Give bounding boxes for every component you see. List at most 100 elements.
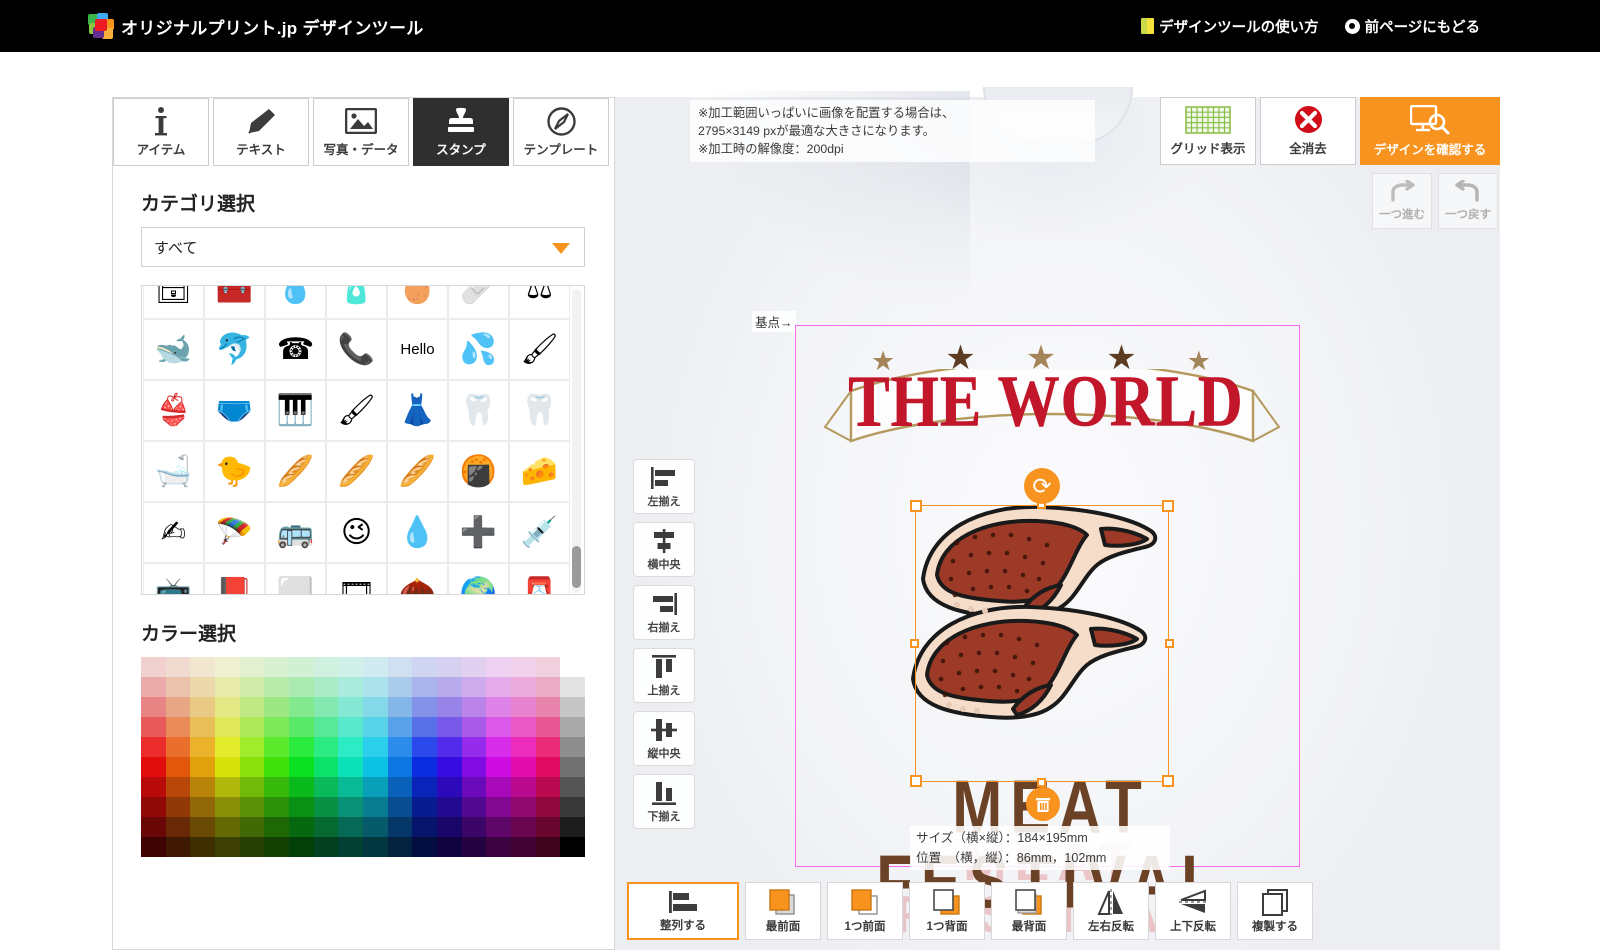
stamp-item[interactable]: ☎ bbox=[265, 319, 326, 380]
color-swatch[interactable] bbox=[462, 817, 487, 837]
color-swatch[interactable] bbox=[437, 837, 462, 857]
selection-box[interactable]: ⟳ bbox=[915, 505, 1169, 782]
stamp-item[interactable]: 🚌 bbox=[265, 502, 326, 563]
color-swatch[interactable] bbox=[486, 657, 511, 677]
color-swatch[interactable] bbox=[412, 797, 437, 817]
color-swatch[interactable] bbox=[166, 717, 191, 737]
color-swatch[interactable] bbox=[190, 837, 215, 857]
color-palette[interactable] bbox=[141, 657, 585, 857]
resize-handle-middle-right[interactable] bbox=[1165, 639, 1174, 648]
tab-photo[interactable]: 写真・データ bbox=[313, 98, 409, 166]
color-swatch[interactable] bbox=[412, 697, 437, 717]
color-swatch[interactable] bbox=[412, 837, 437, 857]
color-swatch[interactable] bbox=[264, 837, 289, 857]
color-swatch[interactable] bbox=[560, 837, 585, 857]
color-swatch[interactable] bbox=[264, 697, 289, 717]
align-button[interactable]: 整列する bbox=[627, 882, 739, 940]
color-swatch[interactable] bbox=[240, 717, 265, 737]
tool-tabs[interactable]: アイテム テキスト 写真・データ スタンプ テンプレート bbox=[113, 98, 609, 166]
color-swatch[interactable] bbox=[462, 757, 487, 777]
stamp-item[interactable]: 🎹 bbox=[265, 380, 326, 441]
color-swatch[interactable] bbox=[412, 777, 437, 797]
color-swatch[interactable] bbox=[363, 777, 388, 797]
color-swatch[interactable] bbox=[511, 657, 536, 677]
color-swatch[interactable] bbox=[215, 677, 240, 697]
stamp-item[interactable]: 💧 bbox=[387, 502, 448, 563]
stamp-item[interactable]: 😉 bbox=[326, 502, 387, 563]
color-swatch[interactable] bbox=[240, 677, 265, 697]
color-swatch[interactable] bbox=[412, 677, 437, 697]
color-swatch[interactable] bbox=[560, 717, 585, 737]
color-swatch[interactable] bbox=[240, 837, 265, 857]
color-swatch[interactable] bbox=[215, 777, 240, 797]
color-swatch[interactable] bbox=[388, 777, 413, 797]
color-swatch[interactable] bbox=[338, 757, 363, 777]
color-swatch[interactable] bbox=[437, 817, 462, 837]
color-swatch[interactable] bbox=[314, 737, 339, 757]
stamp-item[interactable]: 📮 bbox=[509, 563, 570, 595]
color-swatch[interactable] bbox=[486, 777, 511, 797]
color-swatch[interactable] bbox=[141, 737, 166, 757]
color-swatch[interactable] bbox=[536, 757, 561, 777]
color-swatch[interactable] bbox=[314, 657, 339, 677]
stamp-item[interactable]: 🌍 bbox=[448, 563, 509, 595]
color-swatch[interactable] bbox=[536, 697, 561, 717]
color-swatch[interactable] bbox=[289, 797, 314, 817]
color-swatch[interactable] bbox=[462, 777, 487, 797]
stamp-item[interactable]: 👗 bbox=[387, 380, 448, 441]
stamp-item[interactable]: 🧀 bbox=[509, 441, 570, 502]
flip-v-button[interactable]: 上下反転 bbox=[1155, 882, 1231, 940]
color-swatch[interactable] bbox=[388, 677, 413, 697]
color-swatch[interactable] bbox=[462, 657, 487, 677]
color-swatch[interactable] bbox=[289, 737, 314, 757]
color-swatch[interactable] bbox=[437, 657, 462, 677]
color-swatch[interactable] bbox=[536, 817, 561, 837]
color-swatch[interactable] bbox=[536, 677, 561, 697]
color-swatch[interactable] bbox=[511, 777, 536, 797]
color-swatch[interactable] bbox=[560, 817, 585, 837]
color-swatch[interactable] bbox=[166, 797, 191, 817]
stamp-item[interactable]: ⬜ bbox=[265, 563, 326, 595]
color-swatch[interactable] bbox=[388, 697, 413, 717]
color-swatch[interactable] bbox=[363, 797, 388, 817]
color-swatch[interactable] bbox=[486, 817, 511, 837]
canvas-top-buttons[interactable]: グリッド表示 全消去 デザインを確認する bbox=[1160, 97, 1500, 165]
stamp-item[interactable]: 📺 bbox=[143, 563, 204, 595]
color-swatch[interactable] bbox=[462, 697, 487, 717]
color-swatch[interactable] bbox=[314, 837, 339, 857]
color-swatch[interactable] bbox=[511, 697, 536, 717]
stamp-item[interactable]: 💦 bbox=[448, 319, 509, 380]
trash-icon[interactable] bbox=[1026, 787, 1060, 821]
color-swatch[interactable] bbox=[363, 677, 388, 697]
align-buttons[interactable]: 左揃え 横中央 右揃え 上揃え 縦中央 下揃え bbox=[633, 459, 695, 829]
color-swatch[interactable] bbox=[437, 757, 462, 777]
color-swatch[interactable] bbox=[240, 657, 265, 677]
color-swatch[interactable] bbox=[437, 677, 462, 697]
color-swatch[interactable] bbox=[511, 757, 536, 777]
history-buttons[interactable]: 一つ進む 一つ戻す bbox=[1372, 173, 1498, 229]
color-swatch[interactable] bbox=[141, 757, 166, 777]
color-swatch[interactable] bbox=[190, 817, 215, 837]
category-select[interactable]: すべて bbox=[141, 227, 585, 267]
color-swatch[interactable] bbox=[166, 737, 191, 757]
tab-stamp[interactable]: スタンプ bbox=[413, 98, 509, 166]
color-swatch[interactable] bbox=[388, 737, 413, 757]
color-swatch[interactable] bbox=[388, 717, 413, 737]
stamp-item[interactable]: 🥚 bbox=[387, 285, 448, 319]
stamp-item[interactable]: 🦷 bbox=[509, 380, 570, 441]
color-swatch[interactable] bbox=[486, 837, 511, 857]
color-swatch[interactable] bbox=[166, 757, 191, 777]
stamp-item[interactable]: ➕ bbox=[448, 502, 509, 563]
forward-button[interactable]: 1つ前面 bbox=[827, 882, 903, 940]
color-swatch[interactable] bbox=[264, 737, 289, 757]
color-swatch[interactable] bbox=[437, 697, 462, 717]
color-swatch[interactable] bbox=[141, 777, 166, 797]
stamp-item[interactable]: 🖌 bbox=[326, 380, 387, 441]
color-swatch[interactable] bbox=[338, 657, 363, 677]
clear-button[interactable]: 全消去 bbox=[1260, 97, 1356, 165]
color-swatch[interactable] bbox=[215, 697, 240, 717]
color-swatch[interactable] bbox=[486, 697, 511, 717]
stamp-item[interactable]: 🧰 bbox=[204, 285, 265, 319]
color-swatch[interactable] bbox=[437, 737, 462, 757]
color-swatch[interactable] bbox=[166, 677, 191, 697]
